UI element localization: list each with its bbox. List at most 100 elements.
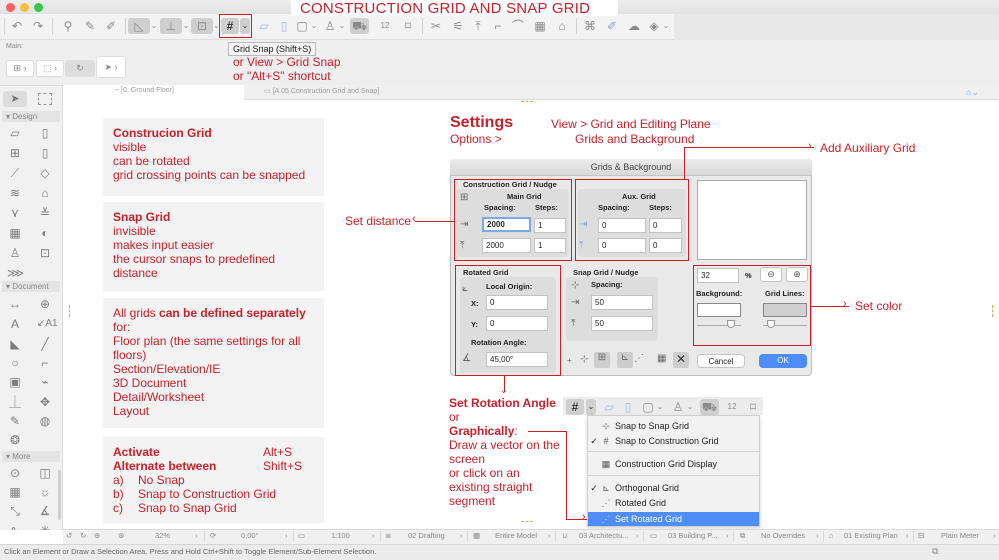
zoom-window-button[interactable] <box>34 3 43 12</box>
magic-wand-icon[interactable]: ⊡ <box>191 18 213 34</box>
chevron-down-icon[interactable]: ⌄ <box>182 18 190 34</box>
3d-view-icon[interactable]: ◈ <box>646 18 662 34</box>
polyline-icon[interactable]: ⌐ <box>37 355 53 371</box>
offset-icon[interactable]: ⌐ <box>490 18 506 34</box>
curtain-wall-icon[interactable]: ▦ <box>532 18 548 34</box>
group-icon[interactable]: ⌘ <box>582 18 598 34</box>
window-icon[interactable]: ⊞ <box>7 145 23 161</box>
zoom-area-icon[interactable]: ⊛ <box>118 531 124 540</box>
resize-handle[interactable] <box>521 101 533 105</box>
minimize-window-button[interactable] <box>20 3 29 12</box>
layer-combination-value[interactable]: 02 Drafting <box>408 531 445 540</box>
chevron-down-icon[interactable]: ⌄ <box>150 18 158 34</box>
measure-icon[interactable]: 12 <box>377 18 393 34</box>
trace-reference-icon[interactable]: ⛟ <box>700 399 719 415</box>
renovation-filter-icon[interactable]: ⌂ <box>829 531 834 540</box>
parallel-plane-icon[interactable]: ▯ <box>620 399 636 415</box>
model-view-icon[interactable]: ▦ <box>473 531 480 540</box>
fit-in-window-icon[interactable]: ⌑ <box>745 399 761 415</box>
guide-lines-icon[interactable]: ◺ <box>128 18 150 34</box>
chevron-right-icon[interactable]: › <box>906 531 909 540</box>
pen-set-value[interactable]: 03 Architectu... <box>579 531 629 540</box>
syringe-icon[interactable]: ✐ <box>103 18 119 34</box>
slab-icon[interactable]: ◇ <box>37 165 53 181</box>
redo-view-icon[interactable]: ↻ <box>80 531 86 540</box>
cancel-button[interactable]: Cancel <box>697 354 745 368</box>
beam-icon[interactable]: ⟋ <box>7 165 23 181</box>
layer-combination-icon[interactable]: ≣ <box>385 531 391 540</box>
hotspot-icon[interactable]: ✳ <box>37 522 53 530</box>
dimension-standard-icon[interactable]: ⊟ <box>918 531 924 540</box>
column-icon[interactable]: ▯ <box>37 145 53 161</box>
resize-handle[interactable] <box>69 305 71 317</box>
chevron-right-icon[interactable]: › <box>372 531 375 540</box>
fill-icon[interactable]: ◣ <box>7 336 23 352</box>
zoom-value[interactable]: 32% <box>155 531 170 540</box>
chevron-down-icon[interactable]: ⌄ <box>686 399 694 415</box>
object-icon[interactable]: ♙ <box>7 245 23 261</box>
menu-item-construction-grid-display[interactable]: ▦ Construction Grid Display <box>588 457 759 471</box>
graphic-override-value[interactable]: No Overrides <box>761 531 805 540</box>
grid-snap-icon[interactable]: # <box>566 399 584 415</box>
grid-display-icon[interactable]: ▦ <box>657 353 666 364</box>
eyedropper-icon[interactable]: ✎ <box>82 18 98 34</box>
view-angle-value[interactable]: 0,00° <box>241 531 259 540</box>
ok-button[interactable]: OK <box>759 354 807 368</box>
snap-grid-y-input[interactable]: 50 <box>591 316 653 331</box>
split-icon[interactable]: ✂ <box>428 18 444 34</box>
change-icon[interactable]: ❂ <box>7 432 23 448</box>
resize-handle[interactable] <box>992 305 994 317</box>
drawing-icon[interactable]: ▣ <box>7 374 23 390</box>
wall-icon[interactable]: ▱ <box>7 125 23 141</box>
geometry-method-button[interactable]: ⊞ › <box>6 60 34 77</box>
fit-in-window-icon[interactable]: ⌑ <box>400 18 416 34</box>
tracker-icon[interactable]: ⊥ <box>160 18 182 34</box>
grid-snap-dropdown[interactable]: ⌄ <box>586 399 596 415</box>
model-view-options-icon[interactable]: ▭ <box>650 531 657 540</box>
zoom-in-icon[interactable]: ⊕ <box>94 531 100 540</box>
cloud-icon[interactable]: ☁ <box>626 18 642 34</box>
menu-item-snap-to-construction-grid[interactable]: ✓ # Snap to Construction Grid <box>588 434 759 448</box>
elevation-icon[interactable]: ⏊ <box>7 394 23 410</box>
wall-end-icon[interactable]: ◫ <box>37 465 53 481</box>
layer-icon[interactable]: ♙ <box>670 399 686 415</box>
dimension-standard-value[interactable]: Plain Meter <box>941 531 979 540</box>
chevron-right-icon[interactable]: › <box>285 531 288 540</box>
angle-dimension-icon[interactable]: ∡ <box>37 503 53 519</box>
radial-dimension-icon[interactable]: ⤡ <box>7 503 23 519</box>
arrow-tool[interactable]: ➤ <box>3 91 27 107</box>
roof-icon[interactable]: ⌂ <box>37 185 53 201</box>
chevron-down-icon[interactable]: ⌄ <box>662 18 670 34</box>
undo-view-icon[interactable]: ↺ <box>66 531 72 540</box>
curtain-wall-icon[interactable]: ▦ <box>7 225 23 241</box>
selection-method-button[interactable]: ⬚ › <box>36 60 64 77</box>
grid-element-icon[interactable]: ⊙ <box>7 465 23 481</box>
renovation-filter-value[interactable]: 01 Existing Plan <box>844 531 898 540</box>
level-dimension-icon[interactable]: ⊕ <box>37 296 53 312</box>
scale-icon[interactable]: ▭ <box>298 531 305 540</box>
line-icon[interactable]: ╱ <box>37 336 53 352</box>
navigator-icon[interactable]: ⌂⌄ <box>966 87 979 98</box>
windows-icon[interactable]: ⧉ <box>932 546 938 557</box>
menu-item-set-rotated-grid[interactable]: ⋰ Set Rotated Grid <box>588 512 759 526</box>
elevation-icon[interactable]: ⤒ <box>470 18 486 34</box>
fillet-icon[interactable]: ⌒ <box>510 18 526 34</box>
rotate-view-icon[interactable]: ⟳ <box>210 531 216 540</box>
mvo-value[interactable]: 03 Building P... <box>668 531 717 540</box>
label-icon[interactable]: ↙A1 <box>37 316 58 332</box>
parallel-plane-icon[interactable]: ▯ <box>276 18 292 34</box>
chevron-right-icon[interactable]: › <box>636 531 639 540</box>
worksheet-icon[interactable]: ✎ <box>7 413 23 429</box>
menu-item-rotated-grid[interactable]: ⋰ Rotated Grid <box>588 496 759 510</box>
model-view-value[interactable]: Entire Model <box>495 531 537 540</box>
chevron-down-icon[interactable]: ⌄ <box>338 18 346 34</box>
chevron-down-icon[interactable]: ⌄ <box>310 18 318 34</box>
tab-ground-floor-label[interactable]: ⌐ [0. Ground Floor] <box>115 87 174 94</box>
trace-reference-icon[interactable]: ⛟ <box>350 18 369 34</box>
chevron-right-icon[interactable]: › <box>195 531 198 540</box>
morph-icon[interactable]: ◐ <box>37 225 53 241</box>
arrow-tool-button[interactable]: ➤ › <box>96 56 126 78</box>
menu-item-snap-to-snap-grid[interactable]: ⊹ Snap to Snap Grid <box>588 419 759 433</box>
spline-icon[interactable]: ∿ <box>7 522 23 530</box>
home-icon[interactable]: ⌂ <box>554 18 570 34</box>
